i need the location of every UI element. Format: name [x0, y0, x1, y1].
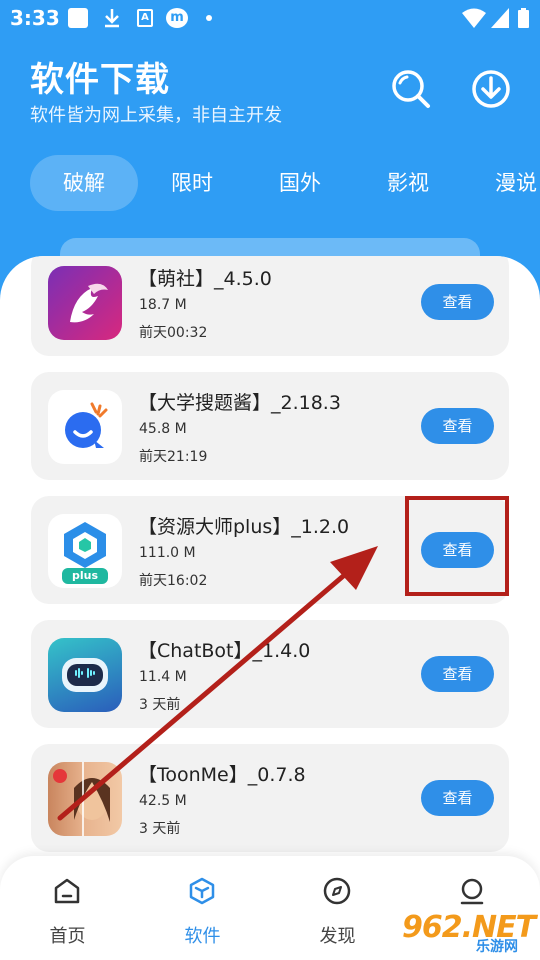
- app-size: 111.0 M: [139, 545, 196, 561]
- download-status-icon: [105, 9, 119, 28]
- tab-video[interactable]: 影视: [370, 155, 446, 211]
- nav-label: 软件: [184, 926, 221, 947]
- status-bar: 3:33 A m: [0, 0, 540, 38]
- app-list-sheet: 【萌社】_4.5.0 18.7 M 前天00:32 查看 【大学搜题酱】_2.1…: [0, 256, 540, 960]
- nav-discover[interactable]: 发现: [270, 856, 405, 960]
- app-size: 45.8 M: [139, 421, 187, 437]
- annotation-highlight-box: [405, 496, 509, 596]
- status-time: 3:33: [10, 6, 60, 30]
- nav-label: 首页: [49, 926, 86, 947]
- search-icon[interactable]: [390, 68, 432, 110]
- wifi-icon: [462, 8, 486, 28]
- app-time: 前天16:02: [139, 573, 208, 589]
- view-button[interactable]: 查看: [421, 284, 494, 320]
- app-size: 42.5 M: [139, 793, 187, 809]
- tab-crack[interactable]: 破解: [30, 155, 138, 211]
- keyboard-a-icon: A: [137, 9, 153, 27]
- icon-badge-label: plus: [71, 569, 99, 582]
- bird-icon: [48, 266, 122, 340]
- app-time: 前天21:19: [139, 449, 208, 465]
- category-tabs: 破解 限时 国外 影视 漫说: [0, 155, 540, 211]
- app-time: 前天00:32: [139, 325, 208, 341]
- app-time: 3 天前: [139, 821, 181, 837]
- signal-icon: [491, 8, 509, 28]
- app-size: 11.4 M: [139, 669, 187, 685]
- app-name: 【ChatBot】_1.4.0: [138, 640, 311, 662]
- app-size: 18.7 M: [139, 297, 187, 313]
- search-chat-icon: [48, 390, 122, 464]
- compass-icon: [323, 877, 351, 905]
- app-card[interactable]: 【ChatBot】_1.4.0 11.4 M 3 天前 查看: [31, 620, 509, 728]
- nav-home[interactable]: 首页: [0, 856, 135, 960]
- app-name: 【ToonMe】_0.7.8: [138, 764, 306, 786]
- watermark-sub: 乐游网: [476, 939, 518, 955]
- view-button[interactable]: 查看: [421, 408, 494, 444]
- battery-icon: [518, 8, 529, 28]
- more-notifications-dot-icon: [206, 15, 212, 21]
- tab-foreign[interactable]: 国外: [262, 155, 338, 211]
- app-time: 3 天前: [139, 697, 181, 713]
- app-card[interactable]: 【ToonMe】_0.7.8 42.5 M 3 天前 查看: [31, 744, 509, 852]
- app-card[interactable]: 【大学搜题酱】_2.18.3 45.8 M 前天21:19 查看: [31, 372, 509, 480]
- app-name: 【资源大师plus】_1.2.0: [138, 516, 350, 538]
- nav-label: 发现: [319, 926, 356, 947]
- user-icon: [460, 878, 484, 905]
- cube-icon: [189, 877, 215, 905]
- view-button[interactable]: 查看: [421, 780, 494, 816]
- home-icon: [54, 878, 80, 904]
- portrait-icon: [48, 762, 122, 836]
- nav-software[interactable]: 软件: [135, 856, 270, 960]
- app-name: 【大学搜题酱】_2.18.3: [138, 392, 341, 414]
- app-m-icon: m: [166, 8, 188, 28]
- page-subtitle: 软件皆为网上采集，非自主开发: [30, 105, 282, 126]
- view-button[interactable]: 查看: [421, 656, 494, 692]
- app-name: 【萌社】_4.5.0: [138, 268, 272, 290]
- plus-badge-icon: plus: [48, 514, 122, 588]
- download-icon[interactable]: [470, 68, 512, 110]
- notification-square-icon: [68, 8, 88, 28]
- robot-icon: [48, 638, 122, 712]
- tab-comics[interactable]: 漫说: [478, 155, 540, 211]
- app-card[interactable]: 【萌社】_4.5.0 18.7 M 前天00:32 查看: [31, 256, 509, 356]
- tab-limited[interactable]: 限时: [154, 155, 230, 211]
- watermark-logo: 962.NET 乐游网: [402, 910, 536, 955]
- page-title: 软件下载: [30, 60, 170, 100]
